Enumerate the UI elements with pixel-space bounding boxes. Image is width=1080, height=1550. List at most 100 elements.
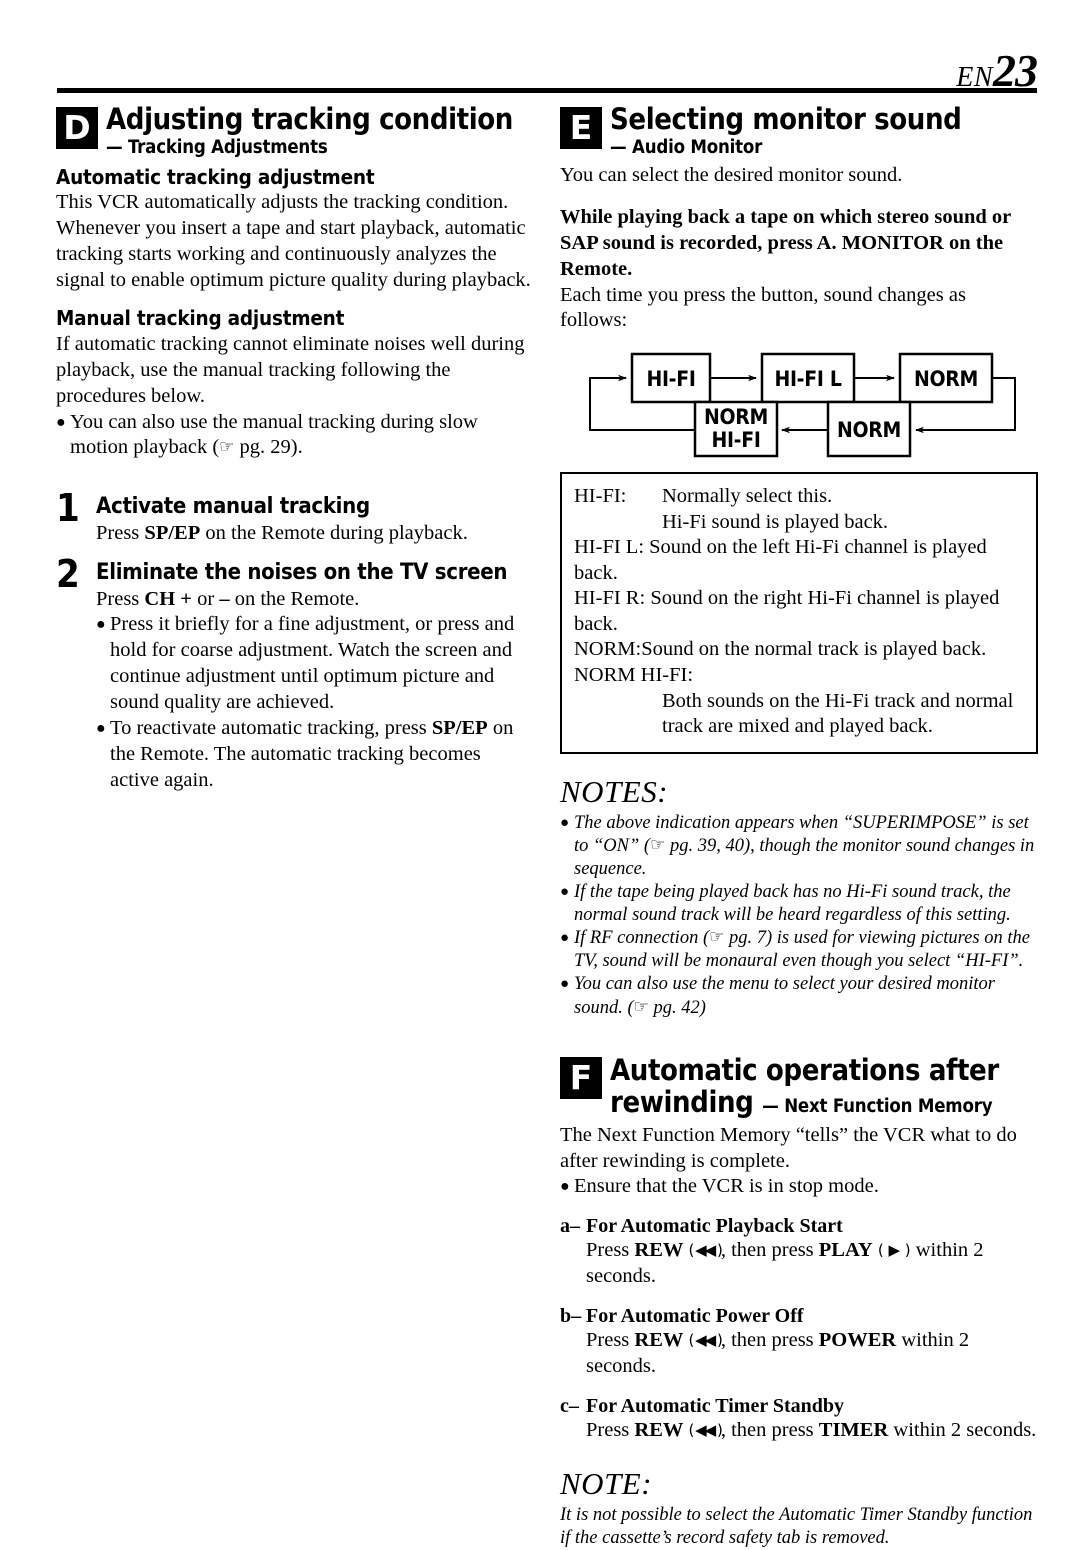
step-2-key-minus: – xyxy=(219,587,230,610)
notes-heading: NOTES: xyxy=(560,773,669,809)
step-2-bullet-2: ● To reactivate automatic tracking, pres… xyxy=(96,716,534,794)
item-key-rew: REW xyxy=(634,1418,684,1441)
page-header: EN23 xyxy=(57,44,1038,96)
section-f-bullet: ● Ensure that the VCR is in stop mode. xyxy=(560,1174,1038,1200)
definition-term: HI-FI L: xyxy=(574,536,645,559)
step-2-bullet-2-key: SP/EP xyxy=(431,717,488,740)
rewind-icon: ( ◀◀ ) xyxy=(688,1241,723,1260)
step-1-body-pre: Press xyxy=(96,521,145,544)
manual-tracking-paragraph: If automatic tracking cannot eliminate n… xyxy=(56,332,525,407)
definition-desc: Normally select this. xyxy=(662,485,833,508)
item-mid-label: , then press xyxy=(720,1418,819,1441)
hand-pointer-icon: ☞ xyxy=(709,927,725,948)
step-2-body-post: on the Remote. xyxy=(229,587,360,610)
step-1: 1 Activate manual tracking Press SP/EP o… xyxy=(56,489,534,547)
definition-row: HI-FI R: Sound on the right Hi-Fi channe… xyxy=(574,586,1024,637)
auto-tracking-heading: Automatic tracking adjustment xyxy=(56,164,375,189)
step-2-title: Eliminate the noises on the TV screen xyxy=(96,559,508,585)
bullet-dot-icon: ● xyxy=(560,1178,570,1196)
function-item-a: a– For Automatic Playback Start Press RE… xyxy=(560,1214,1038,1290)
definition-desc-continued: Hi-Fi sound is played back. xyxy=(662,510,889,533)
manual-page: EN23 D Adjusting tracking condition — Tr… xyxy=(0,0,1080,1548)
note-item: ● If RF connection (☞ pg. 7) is used for… xyxy=(560,927,1038,973)
note-item: ● You can also use the menu to select yo… xyxy=(560,973,1038,1019)
bullet-dot-icon: ● xyxy=(56,413,66,431)
note-text-post: pg. 42) xyxy=(648,997,706,1018)
item-body: Press REW ( ◀◀ ), then press POWER withi… xyxy=(586,1328,1038,1380)
step-1-key: SP/EP xyxy=(144,521,201,544)
flow-diagram-svg: HI-FI HI-FI L NORM NORM HI-FI NORM xyxy=(589,353,1016,458)
note-text: It is not possible to select the Automat… xyxy=(560,1504,1033,1548)
section-f-intro: The Next Function Memory “tells” the VCR… xyxy=(560,1123,1017,1172)
definition-desc: Sound on the normal track is played back… xyxy=(641,638,987,661)
item-press-label: Press xyxy=(586,1329,635,1352)
bullet-dot-icon: ● xyxy=(560,883,570,900)
step-2-bullet-1: ● Press it briefly for a fine adjustment… xyxy=(96,612,534,716)
step-2-body-mid: or xyxy=(191,587,220,610)
function-item-b: b– For Automatic Power Off Press REW ( ◀… xyxy=(560,1304,1038,1380)
item-mid-label: , then press xyxy=(720,1239,819,1262)
definition-term: NORM: xyxy=(574,638,642,661)
item-key-rew: REW xyxy=(634,1239,684,1262)
bullet-dot-icon: ● xyxy=(560,930,570,947)
flow-node-hifi-label: HI-FI xyxy=(646,367,695,391)
section-d-heading: D Adjusting tracking condition — Trackin… xyxy=(56,104,534,159)
item-tail-label: within 2 seconds. xyxy=(888,1418,1037,1441)
right-column: E Selecting monitor sound — Audio Monito… xyxy=(560,104,1038,1550)
header-rule xyxy=(57,88,1037,93)
audio-monitor-flow-diagram: HI-FI HI-FI L NORM NORM HI-FI NORM xyxy=(560,344,1038,464)
definition-row: NORM:Sound on the normal track is played… xyxy=(574,637,1024,663)
flow-node-norm-label: NORM xyxy=(837,418,901,442)
bullet-dot-icon: ● xyxy=(96,616,106,634)
step-2-bullet-2-pre: To reactivate automatic tracking, press xyxy=(110,717,432,740)
step-2-bullet-1-text: Press it briefly for a fine adjustment, … xyxy=(110,613,515,714)
play-icon: ( ▶ ) xyxy=(877,1241,911,1260)
step-2-body: Press CH + or – on the Remote. xyxy=(96,587,534,613)
bullet-dot-icon: ● xyxy=(96,720,106,738)
item-body: Press REW ( ◀◀ ), then press TIMER withi… xyxy=(586,1418,1038,1444)
hand-pointer-icon: ☞ xyxy=(219,437,235,458)
step-2-key-ch-plus: CH + xyxy=(144,587,192,610)
rewind-icon: ( ◀◀ ) xyxy=(688,1420,723,1439)
flow-node-hifi-r-label: NORM xyxy=(914,367,978,391)
section-e-lead-bold: While playing back a tape on which stere… xyxy=(560,205,1011,280)
item-title: For Automatic Playback Start xyxy=(586,1215,843,1238)
step-1-body-post: on the Remote during playback. xyxy=(200,521,468,544)
item-marker: c– xyxy=(560,1394,579,1417)
section-e-intro: You can select the desired monitor sound… xyxy=(560,163,903,186)
note-text-pre: If RF connection ( xyxy=(574,928,710,949)
section-f-letter-badge: F xyxy=(560,1056,602,1099)
item-press-label: Press xyxy=(586,1418,635,1441)
section-f-title-line1: Automatic operations after xyxy=(610,1052,999,1087)
flow-node-norm-hifi-line1: NORM xyxy=(704,405,768,429)
item-marker: a– xyxy=(560,1215,580,1238)
item-title: For Automatic Timer Standby xyxy=(586,1394,844,1417)
section-f-heading: F Automatic operations after rewinding —… xyxy=(560,1052,1038,1120)
bullet-dot-icon: ● xyxy=(560,976,570,993)
section-e-subtitle: — Audio Monitor xyxy=(610,136,763,158)
section-e-heading: E Selecting monitor sound — Audio Monito… xyxy=(560,104,1038,159)
item-key-play: PLAY xyxy=(818,1239,873,1262)
flow-node-hifi-l-label: HI-FI L xyxy=(774,367,841,391)
step-1-body: Press SP/EP on the Remote during playbac… xyxy=(96,521,534,547)
manual-tracking-heading: Manual tracking adjustment xyxy=(56,306,345,331)
section-f-bullet-text: Ensure that the VCR is in stop mode. xyxy=(574,1175,879,1198)
hand-pointer-icon: ☞ xyxy=(650,834,666,855)
step-2: 2 Eliminate the noises on the TV screen … xyxy=(56,555,534,794)
section-d-letter-badge: D xyxy=(56,107,98,149)
item-key-rew: REW xyxy=(634,1329,684,1352)
hand-pointer-icon: ☞ xyxy=(633,996,649,1017)
manual-tracking-bullet: ● You can also use the manual tracking d… xyxy=(56,410,534,462)
item-key-power: POWER xyxy=(818,1329,897,1352)
note-item: ● The above indication appears when “SUP… xyxy=(560,812,1038,881)
section-e-lead-follow: Each time you press the button, sound ch… xyxy=(560,283,966,332)
note-heading: NOTE: xyxy=(560,1465,653,1501)
section-d-title: Adjusting tracking condition xyxy=(106,102,513,136)
definition-term: NORM HI-FI: xyxy=(574,664,694,686)
note-item: ● If the tape being played back has no H… xyxy=(560,881,1038,927)
section-d-subtitle: — Tracking Adjustments xyxy=(106,136,328,158)
auto-tracking-paragraph: This VCR automatically adjusts the track… xyxy=(56,191,531,292)
definition-term: HI-FI: xyxy=(574,485,627,508)
section-f-title-word: rewinding xyxy=(610,1085,754,1120)
audio-mode-definitions-box: HI-FI: Normally select this. Hi-Fi sound… xyxy=(560,472,1038,754)
